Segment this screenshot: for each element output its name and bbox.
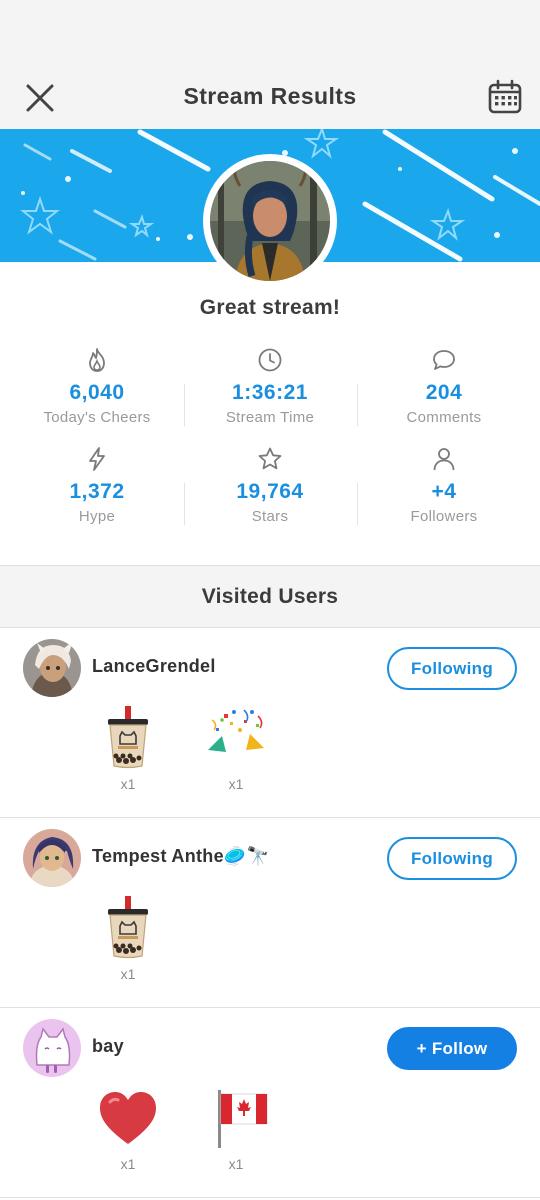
gift-count: x1	[120, 1156, 136, 1172]
stream-summary-message: Great stream!	[199, 296, 341, 319]
canada-flag-icon	[218, 1090, 268, 1148]
gift-item: x1	[201, 1086, 271, 1172]
party-popper-icon	[208, 709, 264, 752]
stat-value: 6,040	[69, 381, 125, 404]
following-button[interactable]: Following	[387, 647, 517, 690]
stat-label: Stream Time	[225, 409, 315, 426]
gift-count: x1	[228, 1156, 244, 1172]
visited-users-header: Visited Users	[0, 565, 540, 628]
heart-icon	[100, 1092, 156, 1144]
avatar[interactable]	[23, 1019, 81, 1077]
streamer-avatar-frame	[203, 154, 337, 288]
gift-item: x1	[93, 896, 163, 982]
status-bar-area	[0, 0, 540, 62]
gift-count: x1	[120, 776, 136, 792]
follow-button[interactable]: + Follow	[387, 1027, 517, 1070]
bubble-tea-icon	[108, 706, 148, 769]
streamer-avatar[interactable]	[210, 161, 330, 281]
stat-label: Today's Cheers	[43, 409, 151, 426]
gift-item: x1	[93, 1086, 163, 1172]
stat-label: Stars	[251, 508, 289, 525]
gift-count: x1	[228, 776, 244, 792]
stat-comments: 204 Comments	[357, 347, 531, 426]
stat-value: 204	[425, 381, 463, 404]
calendar-icon	[488, 79, 522, 114]
gift-item: x1	[93, 706, 163, 792]
page-title: Stream Results	[183, 83, 357, 109]
username[interactable]: LanceGrendel	[92, 656, 216, 677]
gift-item: x1	[201, 706, 271, 792]
stat-label: Followers	[410, 508, 478, 525]
gift-count: x1	[120, 966, 136, 982]
top-bar: Stream Results	[0, 62, 540, 129]
stat-label: Comments	[406, 409, 482, 426]
comment-icon	[433, 350, 455, 370]
avatar[interactable]	[23, 829, 81, 887]
calendar-button[interactable]	[486, 78, 524, 116]
stat-value: 1,372	[69, 480, 125, 503]
flame-icon	[89, 348, 105, 372]
stat-stars: 19,764 Stars	[183, 446, 357, 525]
visited-user-row: bay + Follow x1 x1	[0, 1008, 540, 1198]
username[interactable]: bay	[92, 1036, 124, 1057]
avatar[interactable]	[23, 639, 81, 697]
bubble-tea-icon	[108, 896, 148, 959]
username[interactable]: Tempest Anthe🥏🔭	[92, 846, 269, 867]
star-icon	[258, 447, 282, 470]
stat-followers: +4 Followers	[357, 446, 531, 525]
lightning-icon	[89, 447, 105, 471]
person-icon	[433, 448, 455, 471]
stat-stream-time: 1:36:21 Stream Time	[183, 347, 357, 426]
stat-value: 19,764	[236, 480, 304, 503]
visited-user-row: LanceGrendel Following x1 x1	[0, 628, 540, 818]
following-button[interactable]: Following	[387, 837, 517, 880]
clock-icon	[258, 348, 282, 372]
stat-value: +4	[431, 480, 457, 503]
stat-label: Hype	[78, 508, 116, 525]
stat-value: 1:36:21	[232, 381, 308, 404]
visited-user-row: Tempest Anthe🥏🔭 Following x1	[0, 818, 540, 1008]
stat-todays-cheers: 6,040 Today's Cheers	[10, 347, 184, 426]
stat-hype: 1,372 Hype	[10, 446, 184, 525]
